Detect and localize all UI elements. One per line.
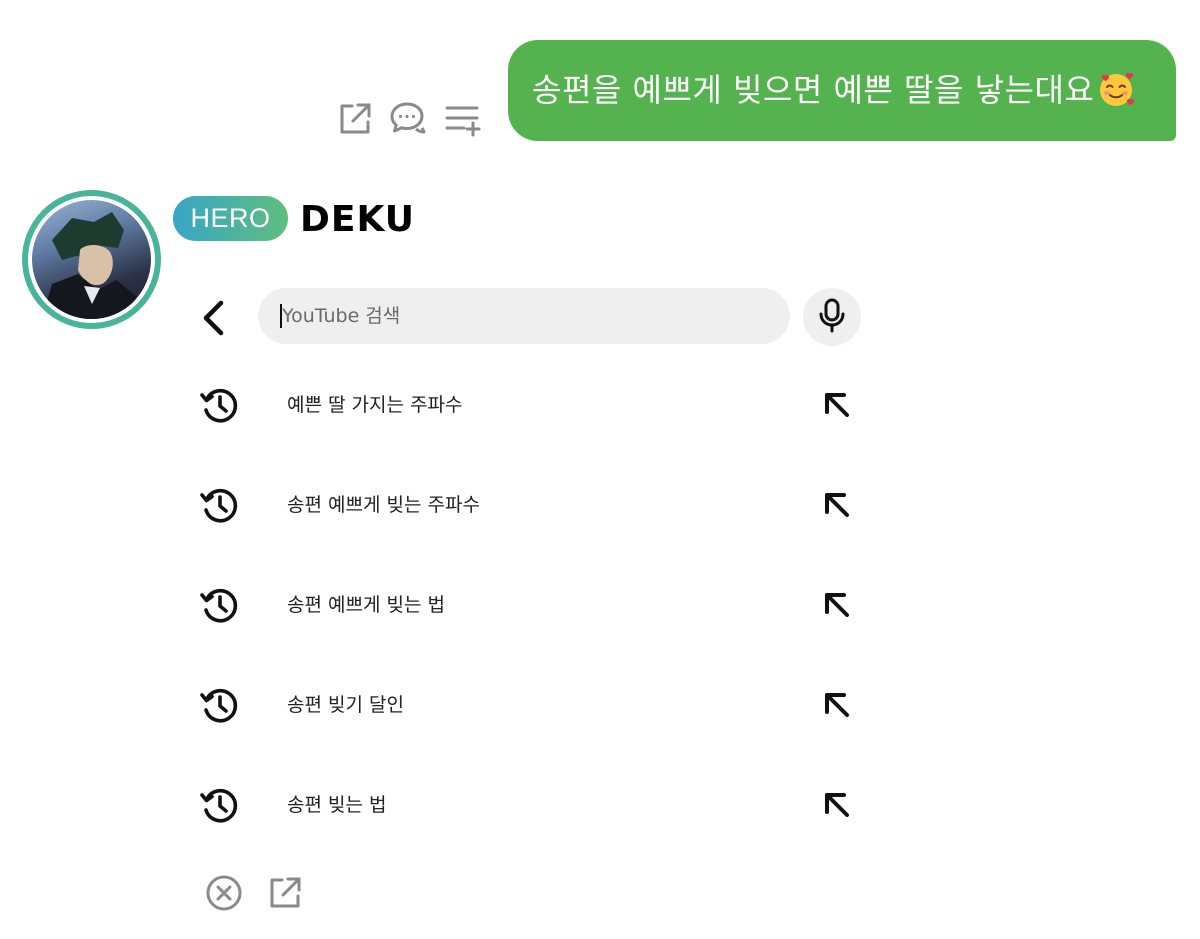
hero-badge: HERO: [173, 196, 288, 241]
avatar-image: [32, 200, 151, 319]
sender-name: DEKU: [300, 199, 415, 240]
avatar[interactable]: [22, 190, 161, 329]
smiling-face-with-hearts-icon: [1096, 48, 1136, 106]
suggestion-text: 예쁜 딸 가지는 주파수: [287, 394, 463, 416]
suggestion-row[interactable]: 예쁜 딸 가지는 주파수: [196, 380, 866, 430]
fill-query-arrow-icon[interactable]: [820, 688, 854, 722]
search-bar[interactable]: [258, 288, 790, 344]
comment-icon[interactable]: [388, 100, 428, 138]
suggestion-text: 송편 빚기 달인: [287, 694, 404, 716]
suggestion-text: 송편 빚는 법: [287, 794, 387, 816]
message-bubble[interactable]: 송편을 예쁘게 빚으면 예쁜 딸을 낳는대요: [508, 40, 1176, 141]
back-arrow-icon[interactable]: [196, 298, 232, 338]
history-icon: [200, 785, 240, 825]
fill-query-arrow-icon[interactable]: [820, 588, 854, 622]
suggestion-row[interactable]: 송편 예쁘게 빚는 법: [196, 580, 866, 630]
history-icon: [200, 485, 240, 525]
history-icon: [200, 585, 240, 625]
message-text: 송편을 예쁘게 빚으면 예쁜 딸을 낳는대요: [532, 71, 1095, 109]
search-input[interactable]: [282, 305, 722, 327]
share-icon[interactable]: [266, 874, 304, 912]
suggestion-row[interactable]: 송편 예쁘게 빚는 주파수: [196, 480, 866, 530]
history-icon: [200, 685, 240, 725]
fill-query-arrow-icon[interactable]: [820, 488, 854, 522]
history-icon: [200, 385, 240, 425]
add-to-playlist-icon[interactable]: [442, 100, 482, 138]
suggestion-row[interactable]: 송편 빚기 달인: [196, 680, 866, 730]
fill-query-arrow-icon[interactable]: [820, 788, 854, 822]
close-circle-icon[interactable]: [205, 874, 243, 912]
microphone-icon: [817, 297, 847, 337]
suggestion-text: 송편 예쁘게 빚는 주파수: [287, 494, 480, 516]
suggestion-row[interactable]: 송편 빚는 법: [196, 780, 866, 830]
message-actions: [336, 100, 482, 138]
suggestion-text: 송편 예쁘게 빚는 법: [287, 594, 445, 616]
fill-query-arrow-icon[interactable]: [820, 388, 854, 422]
voice-search-button[interactable]: [803, 288, 861, 346]
share-icon[interactable]: [336, 100, 374, 138]
